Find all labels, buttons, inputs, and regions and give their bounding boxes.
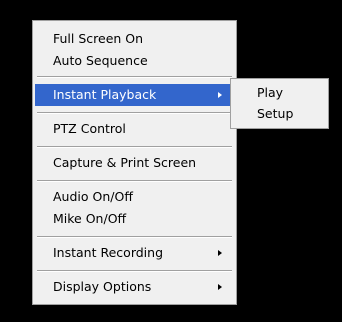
menu-item-display-options[interactable]: Display Options bbox=[35, 276, 234, 298]
menu-item-ptz-control[interactable]: PTZ Control bbox=[35, 118, 234, 140]
submenu-arrow-icon bbox=[218, 92, 222, 98]
menu-item-label: Auto Sequence bbox=[53, 53, 148, 68]
menu-item-label: Instant Playback bbox=[53, 87, 157, 102]
menu-item-instant-recording[interactable]: Instant Recording bbox=[35, 242, 234, 264]
submenu-item-label: Play bbox=[257, 85, 284, 100]
menu-item-instant-playback[interactable]: Instant Playback bbox=[35, 84, 234, 106]
menu-item-label: Full Screen On bbox=[53, 31, 144, 46]
menu-separator bbox=[37, 236, 232, 238]
menu-item-capture-print-screen[interactable]: Capture & Print Screen bbox=[35, 152, 234, 174]
submenu-arrow-icon bbox=[218, 284, 222, 290]
context-menu: Full Screen On Auto Sequence Instant Pla… bbox=[32, 20, 237, 305]
submenu-item-play[interactable]: Play bbox=[233, 83, 326, 103]
menu-separator bbox=[37, 180, 232, 182]
menu-item-label: Instant Recording bbox=[53, 245, 163, 260]
menu-separator bbox=[37, 146, 232, 148]
menu-item-auto-sequence[interactable]: Auto Sequence bbox=[35, 50, 234, 72]
menu-item-label: Mike On/Off bbox=[53, 211, 127, 226]
submenu-item-setup[interactable]: Setup bbox=[233, 104, 326, 124]
menu-separator bbox=[37, 76, 232, 78]
submenu-arrow-icon bbox=[218, 250, 222, 256]
menu-item-full-screen-on[interactable]: Full Screen On bbox=[35, 28, 234, 50]
menu-separator bbox=[37, 270, 232, 272]
menu-item-label: Audio On/Off bbox=[53, 189, 133, 204]
menu-separator bbox=[37, 112, 232, 114]
menu-item-label: Capture & Print Screen bbox=[53, 155, 197, 170]
instant-playback-submenu: Play Setup bbox=[230, 78, 329, 129]
menu-item-mike-on-off[interactable]: Mike On/Off bbox=[35, 208, 234, 230]
submenu-item-label: Setup bbox=[257, 106, 294, 121]
menu-item-label: Display Options bbox=[53, 279, 152, 294]
menu-item-label: PTZ Control bbox=[53, 121, 126, 136]
menu-item-audio-on-off[interactable]: Audio On/Off bbox=[35, 186, 234, 208]
